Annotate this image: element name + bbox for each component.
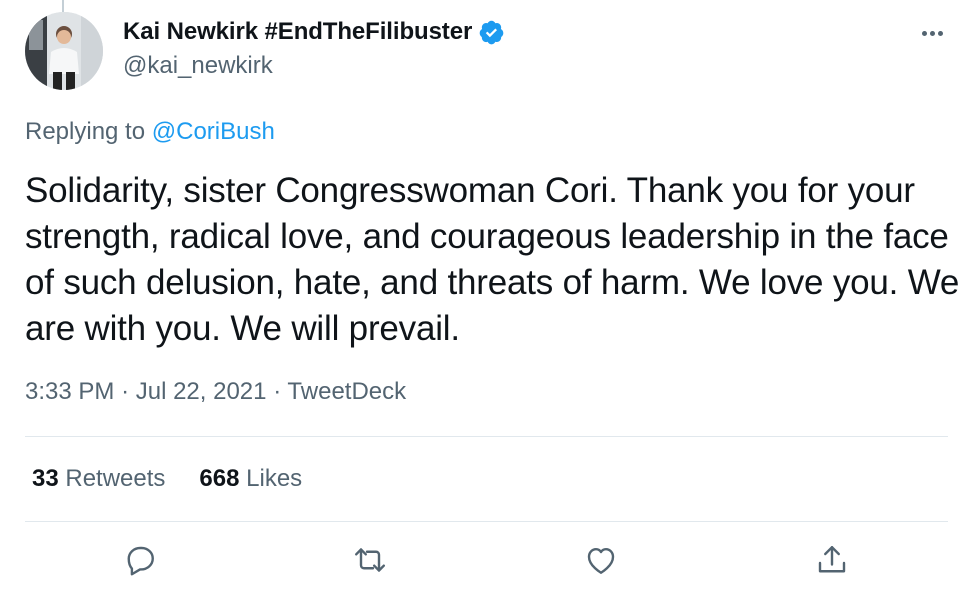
replying-to-mention-link[interactable]: @CoriBush [152,118,275,145]
like-icon[interactable] [583,542,619,578]
replying-to-line: Replying to @CoriBush [25,118,275,146]
retweets-count: 33 [32,465,59,492]
meta-separator: · [273,378,282,405]
tweet-text: Solidarity, sister Congresswoman Cori. T… [25,171,960,348]
verified-badge-icon [478,19,505,46]
author-display-name[interactable]: Kai Newkirk #EndTheFilibuster [123,18,472,46]
more-dot [921,30,927,36]
share-icon[interactable] [814,542,850,578]
more-options-icon[interactable] [917,18,947,48]
tweet-action-bar [25,537,948,585]
thread-connector-line [62,0,64,12]
retweets-stat[interactable]: 33 Retweets [32,465,165,493]
author-handle[interactable]: @kai_newkirk [123,52,273,80]
tweet-metadata: 3:33 PM · Jul 22, 2021 · TweetDeck [25,378,406,406]
engagement-stats: 33 Retweets 668 Likes [32,465,302,493]
retweets-label: Retweets [65,465,166,492]
author-name-row: Kai Newkirk #EndTheFilibuster [123,18,505,46]
tweet-date[interactable]: Jul 22, 2021 [136,378,267,405]
reply-icon[interactable] [122,542,158,578]
replying-to-label: Replying to [25,118,146,145]
divider [25,521,948,522]
avatar-photo [25,12,103,90]
tweet-source-link[interactable]: TweetDeck [287,378,406,405]
divider [25,436,948,437]
likes-label: Likes [246,465,303,492]
more-dot [929,30,935,36]
retweet-icon[interactable] [352,542,388,578]
likes-stat[interactable]: 668 Likes [199,465,302,493]
likes-count: 668 [199,465,240,492]
avatar[interactable] [25,12,103,90]
tweet-time[interactable]: 3:33 PM [25,378,114,405]
meta-separator: · [121,378,130,405]
more-dot [937,30,943,36]
